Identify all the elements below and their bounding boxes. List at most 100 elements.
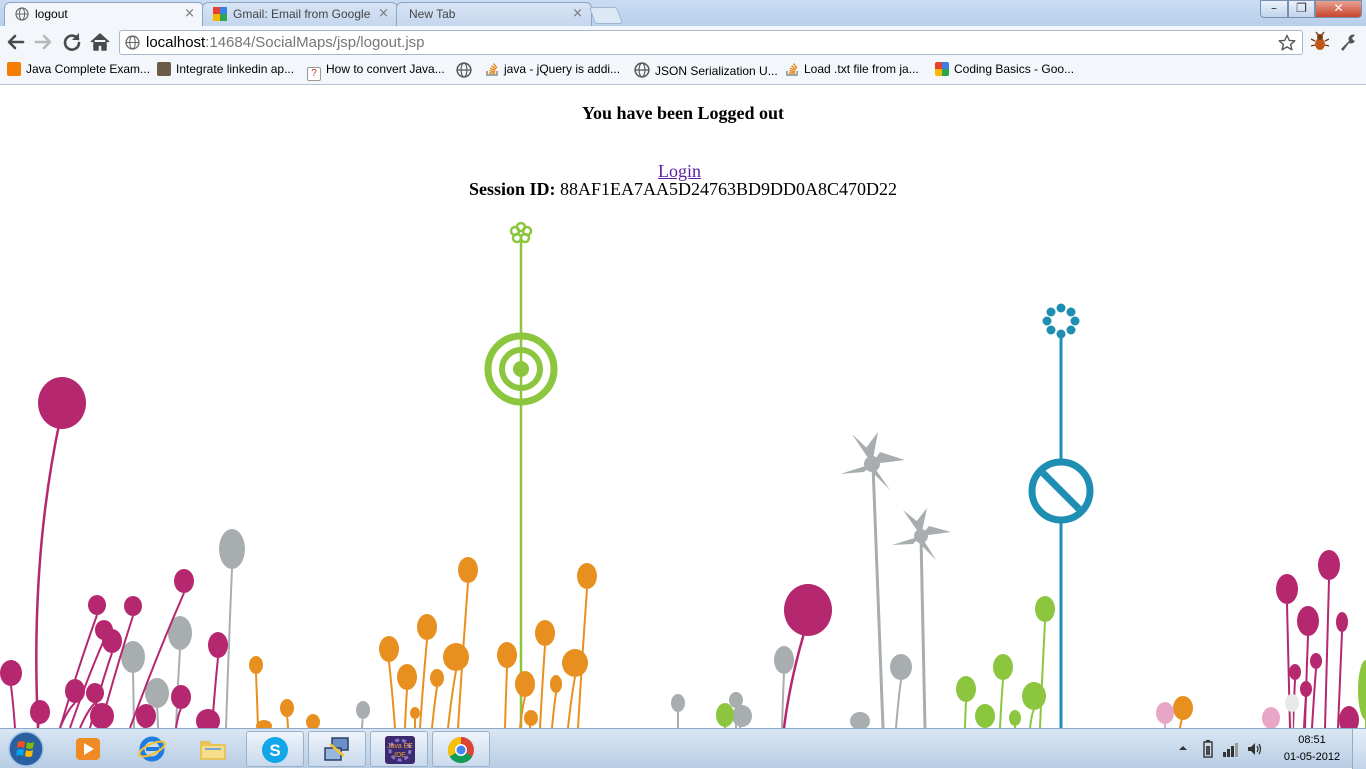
folder-icon — [200, 741, 226, 760]
page-content: You have been Logged out Login Session I… — [0, 85, 1366, 728]
bulb-head — [88, 595, 106, 615]
url-text: localhost:14684/SocialMaps/jsp/logout.js… — [146, 34, 425, 51]
bookmarks-bar: Java Complete Exam... Integrate linkedin… — [0, 58, 1366, 85]
bookmark-item[interactable]: Load .txt file from ja... — [785, 62, 919, 80]
bookmark-label: Integrate linkedin ap... — [176, 62, 295, 76]
avatar-icon — [157, 62, 171, 76]
bulb-stem — [419, 639, 428, 728]
tab-close-icon[interactable]: × — [378, 6, 389, 21]
clock-date[interactable]: 01-05-2012 — [1282, 751, 1342, 763]
taskbar-media-player[interactable] — [59, 731, 117, 767]
tab-title: Gmail: Email from Google — [233, 7, 371, 21]
start-button-icon[interactable] — [6, 730, 46, 768]
bookmark-label: Java Complete Exam... — [26, 62, 151, 76]
bookmark-item[interactable]: java - jQuery is addi... — [485, 62, 620, 80]
bulb-head — [1022, 682, 1046, 710]
bookmark-item[interactable]: JSON Serialization U... — [634, 62, 778, 80]
taskbar-java-ee-ide[interactable]: Java EE IDE — [370, 731, 428, 767]
network-computer-icon — [324, 737, 349, 761]
bookmark-label: JSON Serialization U... — [655, 64, 778, 78]
battery-icon[interactable] — [1202, 740, 1214, 758]
taskbar-skype[interactable]: S — [246, 731, 304, 767]
bulb-head — [732, 705, 752, 727]
extension-bug-icon[interactable] — [1309, 31, 1331, 53]
minimize-button[interactable]: – — [1260, 0, 1288, 18]
tab-close-icon[interactable]: × — [572, 6, 583, 21]
bulb-stem — [286, 716, 289, 728]
bulb-head — [577, 563, 597, 589]
globe-icon — [634, 62, 650, 78]
bulb-head — [1009, 710, 1021, 726]
bookmark-item[interactable]: Coding Basics - Goo... — [935, 62, 1074, 80]
tab-new-tab[interactable]: New Tab × — [396, 2, 592, 26]
show-hidden-icons-icon[interactable] — [1178, 743, 1188, 753]
blue-circle-flower — [1028, 303, 1094, 728]
bulb-head — [1339, 706, 1359, 728]
bulb-head — [774, 646, 794, 674]
bulb-head — [1173, 696, 1193, 720]
bulb-head — [1297, 606, 1319, 636]
bulb-stem — [551, 692, 557, 728]
globe-icon — [15, 7, 29, 21]
bulb-head — [249, 656, 263, 674]
volume-icon[interactable] — [1246, 740, 1264, 758]
close-window-button[interactable]: ✕ — [1315, 0, 1362, 18]
bookmark-label: Load .txt file from ja... — [804, 62, 919, 76]
reload-icon[interactable] — [60, 30, 84, 54]
bookmark-item[interactable]: Integrate linkedin ap... — [157, 62, 294, 80]
forward-arrow-icon[interactable] — [31, 30, 55, 54]
taskbar-network-app[interactable] — [308, 731, 366, 767]
bulb-head — [890, 654, 912, 680]
bulb-head — [850, 712, 870, 728]
bookmark-item[interactable]: ? How to convert Java... — [307, 62, 445, 81]
bulb-head — [1300, 681, 1312, 697]
show-desktop-button[interactable] — [1352, 729, 1366, 769]
blogger-icon — [7, 62, 21, 76]
bulb-head — [136, 704, 156, 728]
session-info: Session ID: 88AF1EA7AA5D24763BD9DD0A8C47… — [0, 179, 1366, 200]
bulb-head — [1262, 707, 1280, 728]
address-bar[interactable]: localhost:14684/SocialMaps/jsp/logout.js… — [119, 30, 1303, 55]
tab-close-icon[interactable]: × — [184, 6, 195, 21]
new-tab-button[interactable] — [588, 7, 624, 24]
stackoverflow-icon — [786, 63, 798, 76]
bulb-head — [716, 703, 734, 727]
bulb-head — [1336, 612, 1348, 632]
clock-time[interactable]: 08:51 — [1282, 734, 1342, 746]
grey-pinwheel-flowers — [840, 432, 951, 728]
taskbar-explorer[interactable] — [184, 731, 242, 767]
bulb-head — [397, 664, 417, 690]
bulb-head — [458, 557, 478, 583]
page-title: You have been Logged out — [581, 103, 785, 123]
taskbar-chrome[interactable] — [432, 731, 490, 767]
globe-icon — [456, 62, 472, 78]
svg-text:Java EE: Java EE — [387, 743, 413, 750]
bulb-stem — [1311, 668, 1317, 728]
bulb-head — [1276, 574, 1298, 604]
bookmark-item[interactable]: Java Complete Exam... — [7, 62, 150, 80]
maximize-icon: ❐ — [1296, 1, 1307, 15]
bookmark-item[interactable] — [456, 62, 477, 80]
globe-icon — [125, 35, 140, 50]
back-arrow-icon[interactable] — [4, 30, 28, 54]
bulb-stem — [10, 685, 16, 728]
tab-logout[interactable]: logout × — [4, 2, 204, 26]
network-signal-icon[interactable] — [1222, 740, 1240, 758]
tab-gmail[interactable]: Gmail: Email from Google × — [202, 2, 398, 26]
url-path: :14684/SocialMaps/jsp/logout.jsp — [205, 34, 425, 51]
bulb-head — [1289, 664, 1301, 680]
star-bookmark-icon[interactable] — [1278, 34, 1296, 52]
bulb-head — [975, 704, 995, 728]
close-icon: ✕ — [1333, 1, 1344, 15]
maximize-button[interactable]: ❐ — [1288, 0, 1315, 18]
home-icon[interactable] — [88, 30, 112, 54]
wrench-icon[interactable] — [1338, 32, 1358, 52]
bulb-head — [671, 694, 685, 712]
bulb-head — [1358, 660, 1366, 720]
bulb-head — [1035, 596, 1055, 622]
tab-title: New Tab — [409, 7, 456, 21]
taskbar-internet-explorer[interactable] — [122, 731, 180, 767]
chrome-icon — [447, 736, 474, 764]
bulb-head — [208, 632, 228, 658]
bulb-stem — [567, 676, 576, 728]
